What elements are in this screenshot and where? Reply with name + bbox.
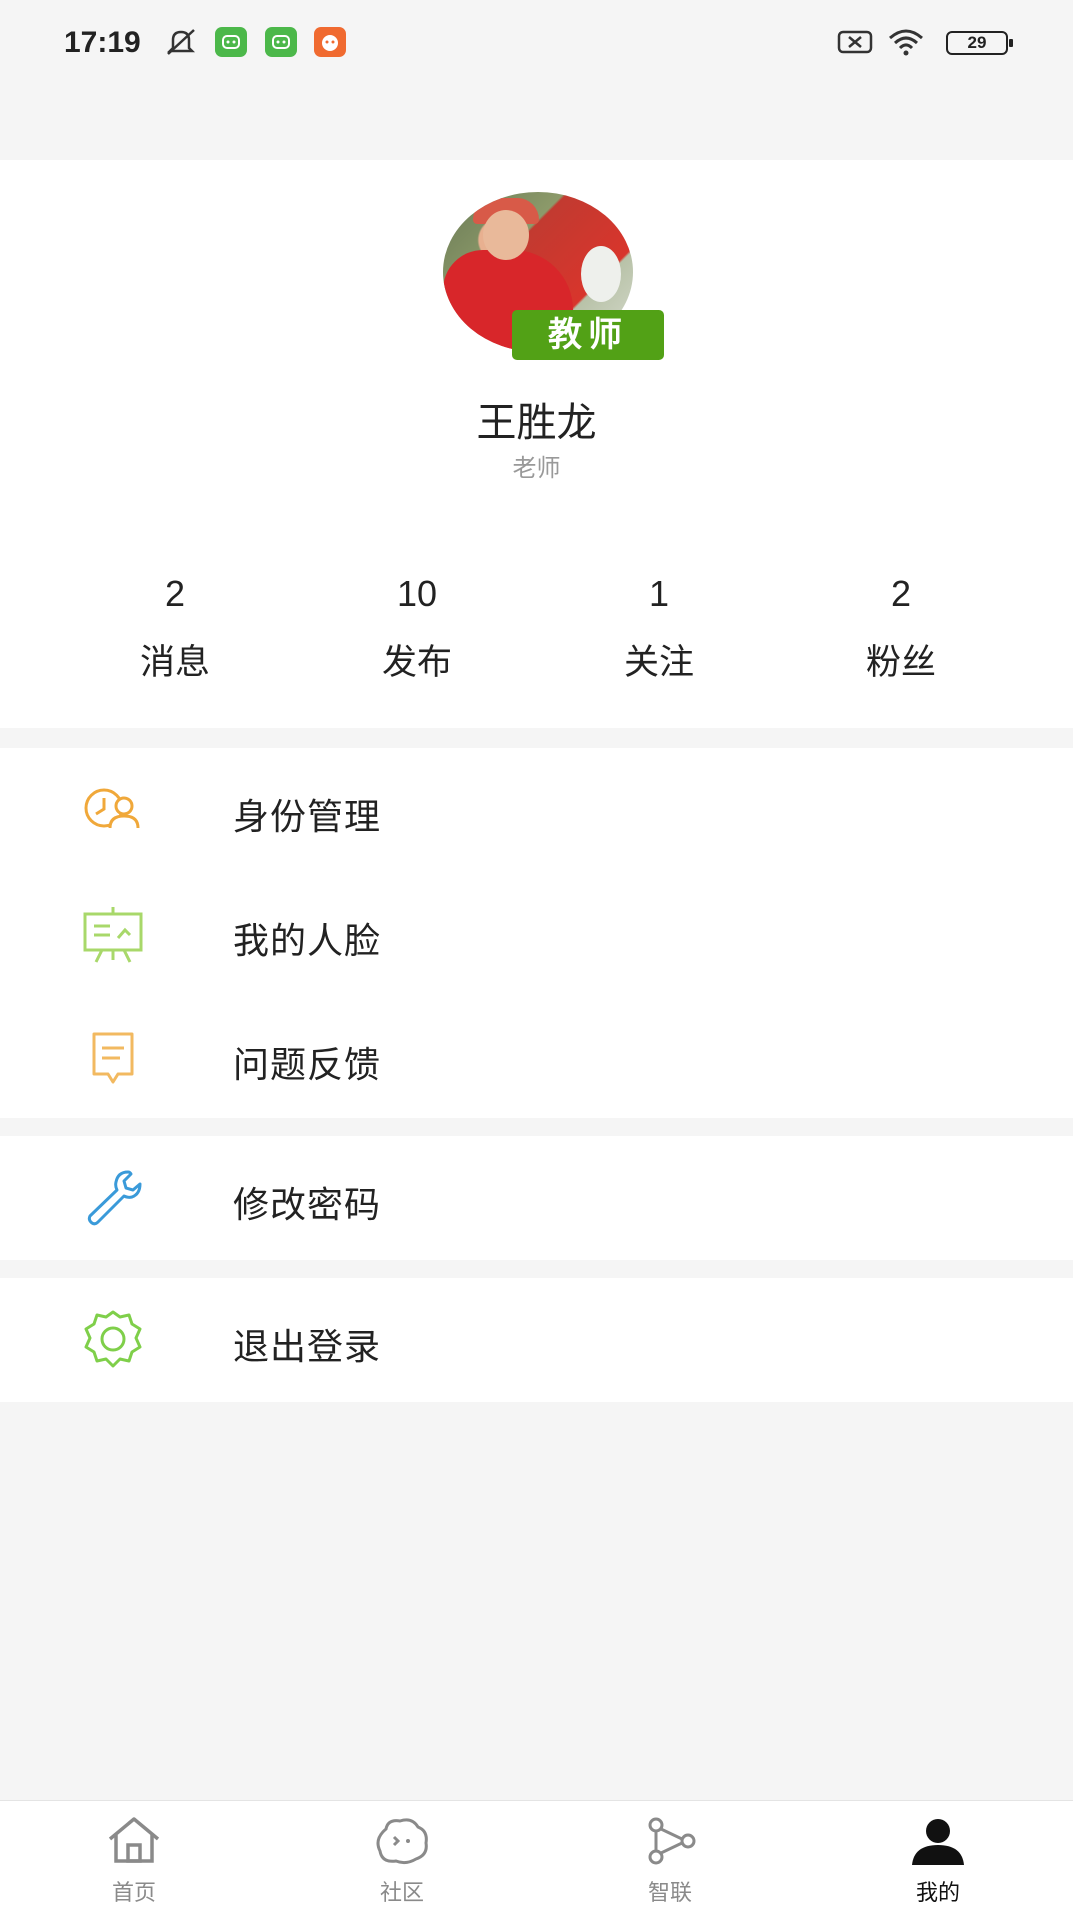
menu-group-logout: 退出登录 — [0, 1278, 1073, 1402]
nav-label: 我的 — [915, 1881, 960, 1906]
stat-fans[interactable]: 2 粉丝 — [780, 566, 1022, 685]
gear-icon — [84, 1310, 142, 1368]
menu-group-main: 身份管理 我的人脸 问题反馈 — [0, 748, 1073, 1118]
nav-label: 首页 — [111, 1881, 156, 1906]
mute-bell-icon — [166, 29, 196, 55]
no-sim-icon — [837, 30, 873, 54]
nav-item-mine[interactable]: 我的 — [804, 1801, 1072, 1913]
community-icon — [376, 1818, 428, 1865]
profile-card: 教师 王胜龙 老师 2 消息 10 发布 1 关注 2 粉丝 — [0, 160, 1073, 728]
stat-value: 1 — [648, 573, 670, 614]
menu-group-password: 修改密码 — [0, 1136, 1073, 1260]
stat-label: 发布 — [381, 643, 452, 683]
stat-value: 2 — [164, 573, 186, 614]
nav-item-community[interactable]: 社区 — [268, 1801, 536, 1913]
stat-label: 消息 — [139, 643, 210, 683]
user-name: 王胜龙 — [476, 400, 597, 446]
user-role: 老师 — [512, 454, 561, 482]
stat-label: 粉丝 — [865, 643, 936, 683]
feedback-icon — [92, 1032, 134, 1084]
app-notification-icon — [314, 27, 346, 57]
menu-label: 退出登录 — [233, 1327, 382, 1368]
nav-label: 智联 — [647, 1881, 692, 1906]
home-icon — [108, 1817, 160, 1863]
menu-label: 修改密码 — [233, 1185, 382, 1226]
menu-item-identity[interactable]: 身份管理 — [0, 748, 1073, 872]
stat-following[interactable]: 1 关注 — [538, 566, 780, 685]
app-notification-icon — [265, 27, 297, 57]
nav-label: 社区 — [379, 1881, 424, 1906]
menu-label: 问题反馈 — [233, 1045, 382, 1086]
presentation-board-icon — [83, 907, 143, 963]
status-time: 17:19 — [64, 26, 141, 59]
menu-item-feedback[interactable]: 问题反馈 — [0, 996, 1073, 1120]
wrench-icon — [87, 1170, 142, 1226]
stats-row: 2 消息 10 发布 1 关注 2 粉丝 — [0, 566, 1073, 696]
menu-item-password[interactable]: 修改密码 — [0, 1136, 1073, 1260]
stat-label: 关注 — [623, 643, 694, 683]
menu-label: 我的人脸 — [233, 921, 382, 962]
identity-manage-icon — [84, 788, 140, 829]
share-nodes-icon — [648, 1817, 696, 1865]
nav-item-home[interactable]: 首页 — [0, 1801, 268, 1913]
status-bar: 17:19 29 — [0, 0, 1073, 90]
wifi-icon — [889, 29, 923, 56]
stat-value: 2 — [890, 573, 912, 614]
user-icon — [912, 1819, 964, 1865]
bottom-nav: 首页 社区 智联 我的 — [0, 1800, 1073, 1913]
stat-published[interactable]: 10 发布 — [296, 566, 538, 685]
stat-value: 10 — [396, 573, 438, 614]
menu-item-face[interactable]: 我的人脸 — [0, 872, 1073, 996]
menu-item-logout[interactable]: 退出登录 — [0, 1278, 1073, 1402]
menu-label: 身份管理 — [233, 797, 382, 838]
nav-item-smartlink[interactable]: 智联 — [536, 1801, 804, 1913]
battery-indicator: 29 — [946, 31, 1013, 55]
role-badge: 教师 — [512, 310, 664, 360]
app-notification-icon — [215, 27, 247, 57]
stat-messages[interactable]: 2 消息 — [54, 566, 296, 685]
